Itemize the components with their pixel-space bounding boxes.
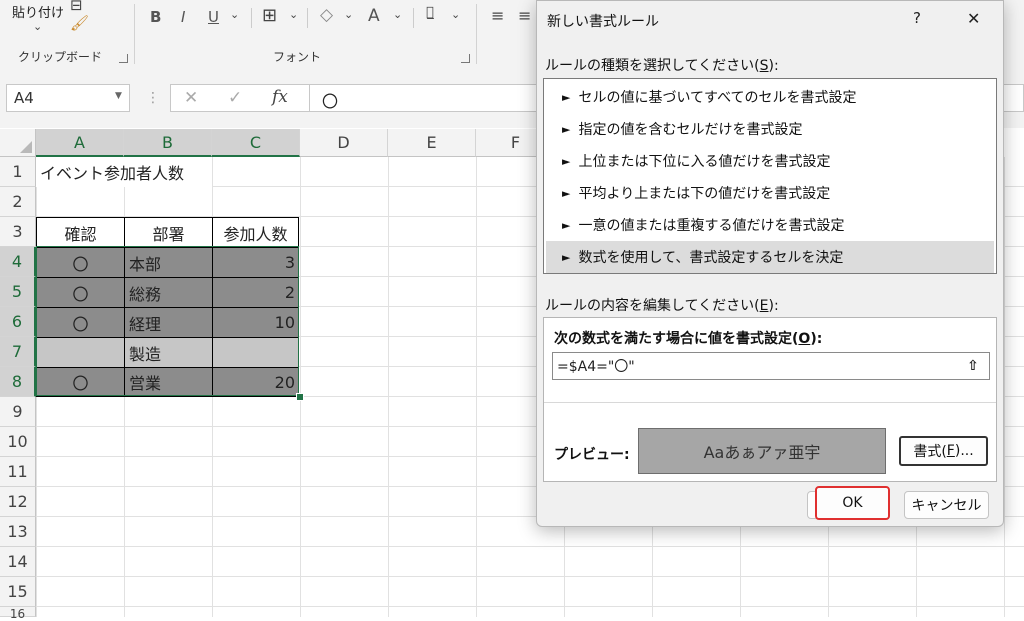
close-button[interactable]: ✕	[967, 9, 980, 28]
format-button[interactable]: 書式(F)...	[899, 436, 988, 466]
row-header-6[interactable]: 6	[0, 307, 36, 337]
new-formatting-rule-dialog: 新しい書式ルール ? ✕ ルールの種類を選択してください(S): ► セルの値に基…	[536, 0, 1004, 527]
italic-button[interactable]: I	[181, 8, 185, 26]
rule-type-item[interactable]: ► 上位または下位に入る値だけを書式設定	[546, 145, 994, 177]
formula-field[interactable]: =$A4="〇"	[552, 352, 990, 380]
arrow-icon: ►	[562, 186, 571, 200]
rule-type-list[interactable]: ► セルの値に基づいてすべてのセルを書式設定 ► 指定の値を含むセルだけを書式設定 …	[543, 78, 997, 274]
column-header-b[interactable]: B	[124, 129, 212, 157]
rule-type-item[interactable]: ► 平均より上または下の値だけを書式設定	[546, 177, 994, 209]
paste-button[interactable]: 貼り付け	[12, 2, 64, 21]
row-header-1[interactable]: 1	[0, 157, 36, 187]
phonetic-dropdown-icon[interactable]: ⌄	[451, 8, 460, 21]
column-header-c[interactable]: C	[212, 129, 300, 157]
row-header-8[interactable]: 8	[0, 367, 36, 397]
row-header-13[interactable]: 13	[0, 517, 36, 547]
name-box-value: A4	[14, 89, 34, 107]
ribbon-divider	[251, 8, 252, 28]
formula-buttons: ✕ ✓ fx	[170, 84, 310, 112]
arrow-icon: ►	[562, 250, 571, 264]
row-header-3[interactable]: 3	[0, 217, 36, 247]
rule-type-item-selected[interactable]: ► 数式を使用して、書式設定するセルを決定	[546, 241, 994, 273]
format-painter-icon[interactable]: 🖌	[70, 14, 89, 32]
ribbon-divider	[307, 8, 308, 28]
selection-range	[36, 246, 299, 396]
arrow-icon: ►	[562, 122, 571, 136]
ok-button[interactable]: OK	[815, 486, 890, 520]
arrow-icon: ►	[562, 218, 571, 232]
insert-function-button[interactable]: fx	[272, 87, 288, 107]
row-header-4[interactable]: 4	[0, 247, 36, 277]
drag-handle-icon[interactable]: ⋮	[146, 90, 160, 106]
row-header-7[interactable]: 7	[0, 337, 36, 367]
row-header-2[interactable]: 2	[0, 187, 36, 217]
clipboard-group-label: クリップボード	[18, 50, 103, 64]
column-header-d[interactable]: D	[300, 129, 388, 157]
arrow-icon: ►	[562, 90, 571, 104]
formula-label: 次の数式を満たす場合に値を書式設定(O):	[554, 331, 823, 347]
cell-c3-header[interactable]: 参加人数	[212, 217, 299, 248]
name-box-dropdown-icon[interactable]: ▼	[115, 91, 122, 101]
row-header-10[interactable]: 10	[0, 427, 36, 457]
rule-type-item[interactable]: ► セルの値に基づいてすべてのセルを書式設定	[546, 81, 994, 113]
column-header-a[interactable]: A	[36, 129, 124, 157]
column-header-e[interactable]: E	[388, 129, 476, 157]
edit-rule-label: ルールの内容を編集してください(E):	[545, 298, 779, 314]
rule-type-item[interactable]: ► 一意の値または重複する値だけを書式設定	[546, 209, 994, 241]
row-header-16[interactable]: 16	[0, 607, 36, 621]
collapse-dialog-icon[interactable]: ⇧	[958, 354, 988, 378]
clipboard-launcher-icon[interactable]	[119, 54, 128, 63]
cell-b3-header[interactable]: 部署	[124, 217, 213, 248]
help-button[interactable]: ?	[913, 9, 921, 27]
ribbon-divider	[413, 8, 414, 28]
confirm-entry-icon[interactable]: ✓	[228, 88, 242, 108]
row-header-9[interactable]: 9	[0, 397, 36, 427]
preview-label: プレビュー:	[554, 447, 630, 463]
borders-dropdown-icon[interactable]: ⌄	[289, 8, 298, 21]
underline-button[interactable]: U	[208, 8, 219, 26]
bold-button[interactable]: B	[150, 8, 161, 26]
underline-dropdown-icon[interactable]: ⌄	[230, 8, 239, 21]
rule-edit-panel: 次の数式を満たす場合に値を書式設定(O): =$A4="〇" ⇧ プレビュー: …	[543, 317, 997, 482]
ribbon-divider	[134, 4, 135, 64]
cancel-button[interactable]: キャンセル	[904, 491, 989, 519]
font-color-dropdown-icon[interactable]: ⌄	[393, 8, 402, 21]
copy-icon[interactable]: ⊟	[70, 0, 83, 14]
dialog-title: 新しい書式ルール	[547, 14, 659, 30]
font-color-button[interactable]: A	[368, 6, 380, 26]
row-header-12[interactable]: 12	[0, 487, 36, 517]
font-launcher-icon[interactable]	[461, 54, 470, 63]
rule-type-label: ルールの種類を選択してください(S):	[545, 58, 779, 74]
phonetic-guide-icon[interactable]: ア̲	[426, 5, 434, 20]
paste-dropdown-icon[interactable]: ⌄	[33, 20, 42, 33]
borders-icon[interactable]: ⊞	[262, 5, 277, 26]
formula-input-value: 〇	[322, 92, 339, 111]
panel-divider	[544, 402, 996, 403]
rule-type-item[interactable]: ► 指定の値を含むセルだけを書式設定	[546, 113, 994, 145]
align-middle-icon[interactable]: ≡	[518, 6, 531, 25]
name-box[interactable]: A4 ▼	[6, 84, 130, 112]
align-top-icon[interactable]: ≡	[491, 6, 504, 25]
cell-a3-header[interactable]: 確認	[36, 217, 125, 248]
select-all-corner[interactable]	[0, 129, 36, 157]
arrow-icon: ►	[562, 154, 571, 168]
row-header-11[interactable]: 11	[0, 457, 36, 487]
fill-color-icon[interactable]: ◇	[320, 5, 333, 25]
ribbon-divider	[476, 4, 477, 64]
font-group-label: フォント	[273, 50, 322, 64]
cell-a1-title[interactable]: イベント参加者人数	[36, 157, 212, 187]
row-header-5[interactable]: 5	[0, 277, 36, 307]
row-header-15[interactable]: 15	[0, 577, 36, 607]
preview-box: Aaあぁアァ亜宇	[638, 428, 886, 474]
row-header-14[interactable]: 14	[0, 547, 36, 577]
fill-handle[interactable]	[296, 393, 304, 401]
fill-color-dropdown-icon[interactable]: ⌄	[344, 8, 353, 21]
cancel-entry-icon[interactable]: ✕	[184, 88, 198, 108]
formula-field-value: =$A4="〇"	[557, 359, 635, 375]
